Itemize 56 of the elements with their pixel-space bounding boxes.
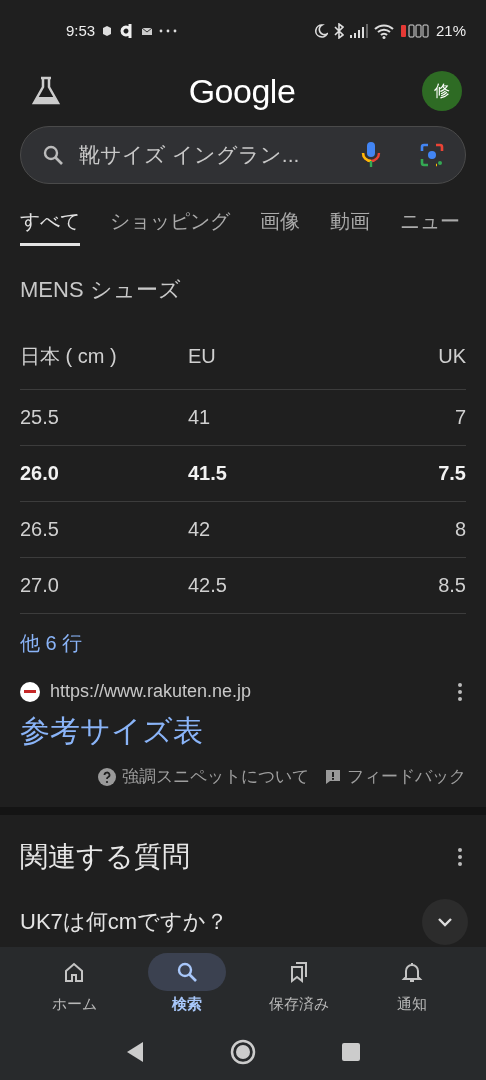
table-cell-text: 41.5	[188, 461, 228, 485]
table-cell-text: 7	[453, 405, 466, 429]
account-avatar[interactable]: 修	[422, 71, 462, 112]
microphone-icon	[361, 141, 381, 170]
help-icon	[98, 767, 116, 786]
table-cell-text: 27.0	[20, 573, 60, 597]
nav-label[interactable]: 通知	[396, 994, 427, 1014]
search-tab[interactable]: すべて	[20, 208, 80, 246]
table-cell-text: 42.5	[188, 573, 228, 597]
table-cell-text: 41	[188, 405, 212, 429]
table-cell-text: 25.5	[20, 405, 60, 429]
clock-time: 9:53	[66, 22, 96, 40]
battery-icon	[399, 23, 430, 38]
recents-icon	[342, 1043, 360, 1062]
home-button-icon	[230, 1039, 256, 1066]
table-cell-text: 7.5	[437, 461, 466, 485]
more-vert-icon	[458, 847, 462, 866]
wifi-icon	[373, 22, 394, 39]
camera-icon	[419, 142, 445, 169]
nav-label[interactable]: 検索	[171, 994, 202, 1014]
feedback-icon	[325, 768, 341, 785]
table-cell-text: 8.5	[437, 573, 466, 597]
more-vert-icon	[458, 682, 462, 701]
search-tab[interactable]: 画像	[260, 208, 300, 246]
source-url: https://www.rakuten.ne.jp	[50, 681, 253, 703]
column-header: UK	[437, 345, 466, 369]
section-heading: 関連する質問	[20, 839, 190, 874]
table-heading: MENS シューズ	[20, 275, 182, 304]
table-cell-text: 42	[188, 517, 212, 541]
more-icon	[159, 28, 178, 33]
question-text[interactable]: UK7は何cmですか？	[20, 906, 229, 937]
search-tab[interactable]: ニュー	[400, 208, 460, 246]
column-header: 日本 ( cm )	[20, 344, 118, 370]
site-favicon	[20, 681, 40, 702]
nav-label[interactable]: ホーム	[51, 994, 97, 1014]
nav-button[interactable]	[147, 952, 226, 991]
column-header: EU	[188, 345, 217, 369]
back-icon	[126, 1041, 144, 1064]
search-tab[interactable]: ショッピング	[110, 208, 230, 246]
search-field[interactable]: 靴サイズ イングラン...	[20, 126, 466, 184]
table-cell-text: 8	[453, 517, 466, 541]
table-cell-text: 26.5	[20, 517, 60, 541]
chevron-down-icon	[437, 916, 453, 927]
bluetooth-icon	[333, 22, 344, 39]
search-tab[interactable]: 動画	[330, 208, 370, 246]
notification-icon	[101, 24, 114, 37]
google-logo: Google	[188, 71, 296, 111]
nav-label[interactable]: 保存済み	[269, 994, 330, 1014]
result-title-link[interactable]: 参考サイズ表	[20, 706, 466, 755]
feedback-link[interactable]: フィードバック	[347, 765, 466, 789]
signal-icon	[349, 23, 368, 38]
about-snippet-link[interactable]: 強調スニペットについて	[122, 765, 309, 789]
table-cell-text: 26.0	[20, 461, 60, 485]
battery-percent: 21%	[435, 22, 466, 40]
more-rows-link[interactable]: 他 6 行	[20, 613, 466, 677]
moon-icon	[313, 23, 328, 38]
